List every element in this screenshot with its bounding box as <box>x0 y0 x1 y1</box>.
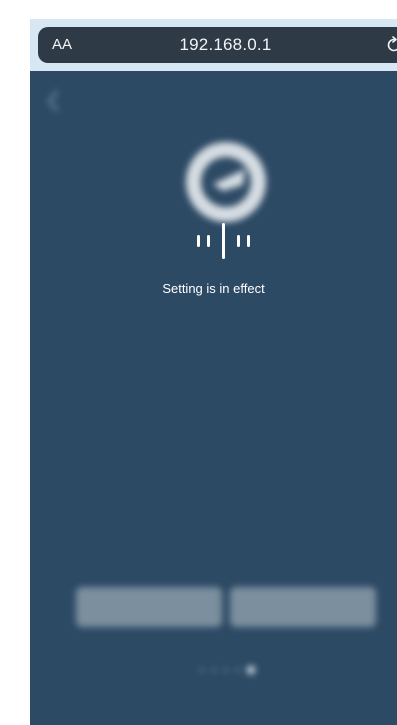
reload-icon[interactable] <box>384 35 397 55</box>
page-content: Setting is in effect <box>30 71 397 725</box>
phone-screen: AA 192.168.0.1 Setting is in effect <box>30 19 397 725</box>
address-bar[interactable]: AA 192.168.0.1 <box>38 27 397 63</box>
loading-message: Setting is in effect <box>162 281 265 296</box>
url-text[interactable]: 192.168.0.1 <box>38 27 397 63</box>
loading-overlay: Setting is in effect <box>30 71 397 725</box>
loading-spinner-icon <box>197 223 250 259</box>
